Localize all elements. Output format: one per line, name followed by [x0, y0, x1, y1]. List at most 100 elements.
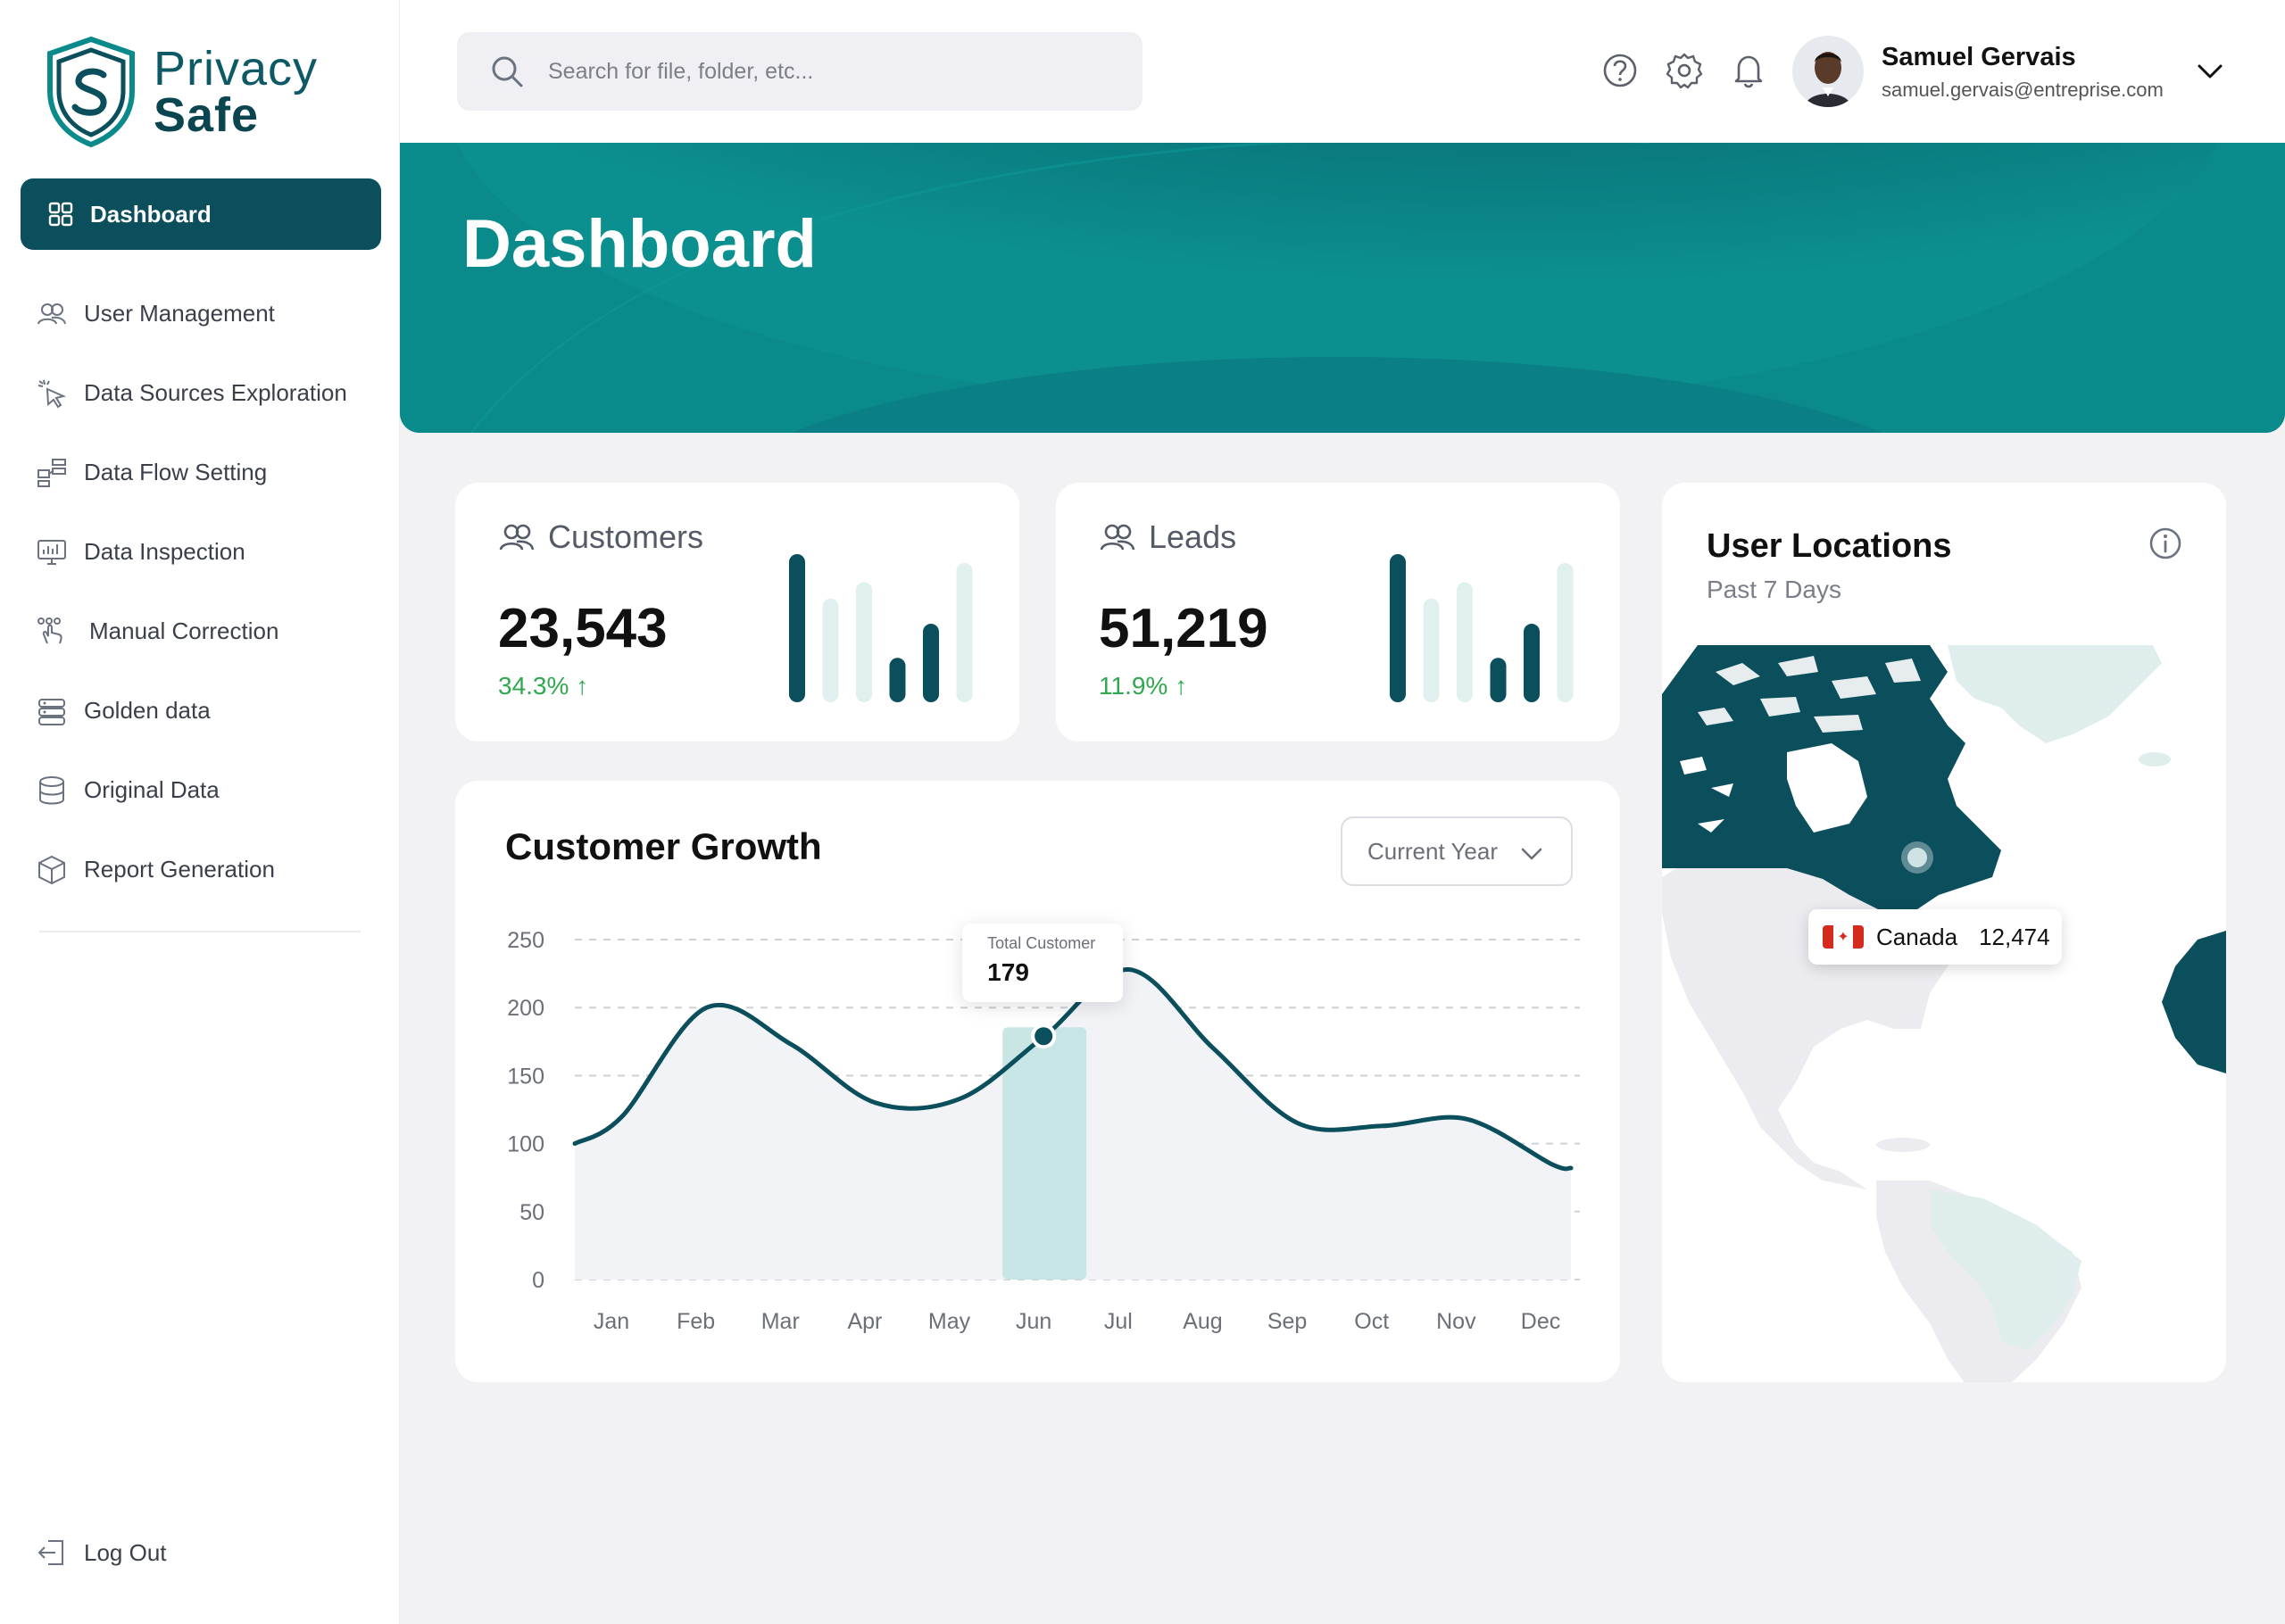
- help-icon: [1603, 54, 1637, 87]
- search-box[interactable]: [457, 32, 1142, 111]
- gear-icon: [1666, 53, 1703, 89]
- y-tick-label: 100: [507, 1132, 544, 1157]
- users-icon: [499, 524, 535, 551]
- chevron-down-icon[interactable]: [2194, 55, 2226, 87]
- x-tick-label: Jan: [594, 1309, 629, 1334]
- shield-s-icon: [47, 36, 135, 148]
- sidebar-nav: User Management Data Sources Exploration…: [36, 274, 375, 909]
- sidebar-item-data-inspection[interactable]: Data Inspection: [36, 512, 375, 592]
- leads-bar-5: [1524, 624, 1540, 702]
- chart-tooltip: Total Customer 179: [962, 924, 1124, 1002]
- leads-bar-3: [1457, 582, 1473, 702]
- customers-change-value: 34.3%: [498, 672, 569, 700]
- sidebar-item-label: Report Generation: [84, 856, 275, 882]
- database-icon: [39, 775, 64, 804]
- y-tick-label: 0: [532, 1268, 544, 1293]
- bell-icon: [1734, 55, 1763, 88]
- customers-card: Customers 23,543 34.3% ↑: [455, 483, 1019, 742]
- x-tick-label: Jun: [1016, 1309, 1051, 1334]
- customers-bar-5: [923, 624, 939, 702]
- monitor-chart-icon: [37, 539, 66, 565]
- y-tick-label: 200: [507, 996, 544, 1021]
- tooltip-value: 12,474: [1979, 923, 2050, 950]
- logout-label: Log Out: [84, 1538, 167, 1566]
- tooltip-label: Total Customer: [987, 934, 1095, 952]
- logout-button[interactable]: Log Out: [36, 1537, 167, 1569]
- sidebar-item-user-management[interactable]: User Management: [36, 274, 375, 353]
- users-icon: [37, 302, 66, 324]
- search-input[interactable]: [548, 58, 1101, 85]
- settings-button[interactable]: [1666, 52, 1703, 89]
- leads-label: Leads: [1149, 518, 1237, 555]
- tooltip-value: 179: [987, 958, 1029, 986]
- x-tick-label: Sep: [1267, 1309, 1307, 1334]
- box-icon: [38, 855, 65, 884]
- user-photo-icon: [1792, 36, 1864, 107]
- world-map[interactable]: ✦ Canada 12,474 + −: [1662, 645, 2226, 1382]
- sidebar-item-original-data[interactable]: Original Data: [36, 750, 375, 830]
- cursor-click-icon: [37, 379, 67, 408]
- leads-value: 51,219: [1099, 598, 1268, 659]
- location-tooltip: ✦ Canada 12,474: [1808, 909, 2062, 965]
- x-tick-label: Jul: [1104, 1309, 1133, 1334]
- data-point[interactable]: [1034, 1027, 1053, 1046]
- growth-chart: 0 50 100 150 200 250 Jan Feb Mar Apr May Jun Jul Aug S…: [507, 924, 1580, 1334]
- search-icon: [492, 56, 523, 87]
- customers-bar-6: [956, 562, 973, 702]
- customers-bar-3: [856, 582, 872, 702]
- customers-bar-1: [789, 554, 805, 702]
- leads-mini-chart: [1390, 554, 1574, 702]
- sidebar-item-label: Original Data: [84, 776, 220, 803]
- grid-icon: [48, 202, 73, 227]
- sidebar: Privacy Safe Dashboard User Management D…: [0, 0, 400, 1624]
- arrow-up-icon: ↑: [1175, 672, 1188, 700]
- x-tick-label: Apr: [847, 1309, 882, 1334]
- canada-flag-icon: ✦: [1823, 925, 1864, 949]
- info-icon[interactable]: [2148, 526, 2183, 561]
- customers-value: 23,543: [498, 598, 668, 659]
- sidebar-item-data-sources[interactable]: Data Sources Exploration: [36, 353, 375, 433]
- leads-bar-2: [1423, 598, 1440, 702]
- sidebar-item-golden-data[interactable]: Golden data: [36, 671, 375, 750]
- sidebar-item-dashboard[interactable]: Dashboard: [21, 178, 381, 250]
- hand-pointer-icon: [37, 617, 62, 643]
- y-tick-label: 50: [519, 1200, 544, 1225]
- leads-change-value: 11.9%: [1099, 672, 1168, 700]
- sidebar-item-manual-correction[interactable]: Manual Correction: [36, 592, 375, 671]
- sidebar-item-report-generation[interactable]: Report Generation: [36, 830, 375, 909]
- sidebar-item-label: Data Flow Setting: [84, 459, 268, 485]
- x-tick-label: Mar: [761, 1309, 800, 1334]
- hero-banner: Dashboard: [400, 143, 2285, 433]
- brand-logo[interactable]: Privacy Safe: [39, 36, 318, 148]
- arrow-up-icon: ↑: [576, 672, 589, 700]
- sidebar-item-label: Data Sources Exploration: [84, 379, 347, 406]
- sidebar-item-label: Manual Correction: [89, 617, 279, 644]
- notifications-button[interactable]: [1730, 52, 1767, 89]
- page-title: Dashboard: [462, 206, 817, 282]
- customers-label: Customers: [548, 518, 704, 555]
- customers-mini-chart: [789, 554, 973, 702]
- logout-icon: [37, 1540, 63, 1565]
- x-tick-label: Feb: [677, 1309, 715, 1334]
- x-tick-label: Oct: [1354, 1309, 1389, 1334]
- server-icon: [38, 698, 65, 725]
- help-button[interactable]: [1601, 52, 1639, 89]
- flow-icon: [37, 458, 66, 487]
- customers-bar-4: [889, 658, 906, 702]
- highlight-column: [1002, 1027, 1087, 1280]
- sidebar-divider: [39, 931, 361, 932]
- top-bar: Samuel Gervais samuel.gervais@entreprise…: [400, 0, 2285, 143]
- x-tick-label: Nov: [1436, 1309, 1476, 1334]
- avatar[interactable]: [1792, 36, 1864, 107]
- map-graphic: [1662, 645, 2226, 1382]
- leads-card: Leads 51,219 11.9% ↑: [1056, 483, 1620, 742]
- leads-bar-1: [1390, 554, 1406, 702]
- sidebar-item-label: Dashboard: [90, 200, 212, 228]
- user-locations-card: User Locations Past 7 Days ✦ Canada 12,4…: [1662, 483, 2226, 1382]
- user-email: samuel.gervais@entreprise.com: [1882, 79, 2164, 101]
- sidebar-item-data-flow[interactable]: Data Flow Setting: [36, 433, 375, 512]
- tooltip-country: Canada: [1876, 923, 1958, 950]
- customers-change: 34.3% ↑: [498, 672, 588, 700]
- user-name: Samuel Gervais: [1882, 43, 2076, 71]
- y-tick-label: 150: [507, 1064, 544, 1089]
